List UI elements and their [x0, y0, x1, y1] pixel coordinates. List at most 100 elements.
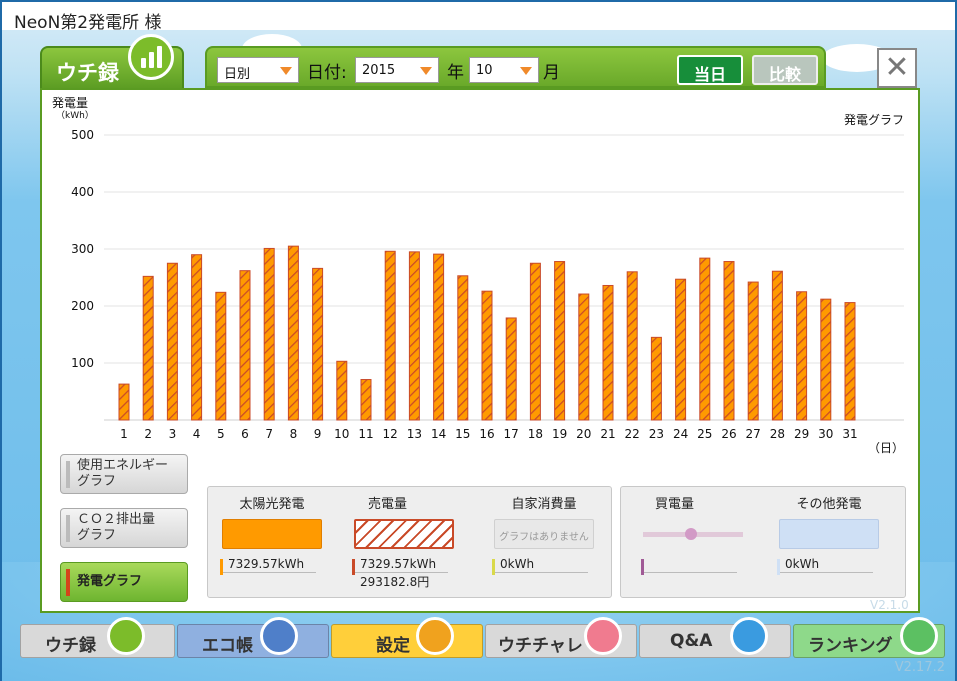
chart-bar-day-7 [263, 247, 275, 421]
chart-bar-day-26 [723, 261, 735, 421]
crown-icon [900, 617, 938, 655]
nav-qa-label: Q&A [670, 631, 713, 651]
x-tick-label: 15 [455, 427, 470, 441]
co2-label-1: ＣＯ２排出量 [77, 512, 156, 527]
nav-ranking-label: ランキング [808, 636, 893, 656]
legend-group-generation: 太陽光発電 7329.57kWh 売電量 7329.57kWh 293182.8… [207, 486, 612, 598]
question-icon [730, 617, 768, 655]
year-label: 年 [447, 63, 464, 83]
nav-uchiroku-label: ウチ録 [45, 636, 96, 656]
button-marker [66, 515, 70, 542]
chart-bar-day-4 [191, 254, 203, 421]
value-marker [777, 559, 780, 575]
x-tick-label: 29 [794, 427, 809, 441]
month-select-value: 10 [476, 63, 493, 78]
legend-self-value: 0kWh [500, 557, 535, 571]
x-tick-label: 18 [528, 427, 543, 441]
nav-ecocho-label: エコ帳 [202, 636, 253, 656]
chart-title: 発電グラフ [844, 113, 904, 127]
legend-sell: 売電量 7329.57kWh 293182.8円 [344, 493, 464, 590]
legend-buy-title: 買電量 [655, 497, 695, 512]
co2-label-2: グラフ [77, 528, 117, 543]
chart-bar-day-2 [142, 275, 154, 421]
chart-bar-day-10 [336, 360, 348, 421]
bottom-navigation: ウチ録 エコ帳 設定 ウチチャレ Q&A ランキング [20, 617, 945, 658]
nav-qa[interactable]: Q&A [639, 617, 791, 658]
generation-graph-button[interactable]: 発電グラフ [60, 562, 188, 602]
x-tick-label: 8 [290, 427, 298, 441]
y-tick-label: 100 [71, 356, 94, 370]
x-tick-label: 23 [649, 427, 664, 441]
x-tick-label: 27 [746, 427, 761, 441]
x-tick-label: 5 [217, 427, 225, 441]
x-tick-label: 31 [842, 427, 857, 441]
compare-button[interactable]: 比較 [752, 55, 818, 85]
nav-settings[interactable]: 設定 [331, 617, 483, 658]
x-tick-label: 7 [265, 427, 273, 441]
generation-graph-label: 発電グラフ [77, 574, 143, 589]
chart-bar-day-21 [602, 284, 614, 421]
energy-usage-graph-button[interactable]: 使用エネルギー グラフ [60, 454, 188, 494]
dropdown-arrow-icon [520, 67, 532, 75]
co2-graph-button[interactable]: ＣＯ２排出量 グラフ [60, 508, 188, 548]
panel-version: V2.1.0 [870, 598, 909, 612]
chart-bar-day-24 [675, 278, 687, 421]
chart-bar-day-9 [312, 267, 324, 421]
legend-solar: 太陽光発電 7329.57kWh [212, 493, 332, 575]
date-label: 日付: [307, 63, 347, 83]
x-tick-label: 26 [721, 427, 736, 441]
dropdown-arrow-icon [280, 67, 292, 75]
app-version: V2.17.2 [894, 660, 945, 675]
app-title: NeoN第2発電所 様 [14, 13, 162, 33]
x-tick-label: 16 [479, 427, 494, 441]
nav-ecocho[interactable]: エコ帳 [177, 617, 329, 658]
value-marker [641, 559, 644, 575]
x-tick-label: 10 [334, 427, 349, 441]
legend-sell-value-row: 7329.57kWh [352, 557, 448, 575]
chart-bar-day-16 [481, 290, 493, 421]
x-axis-unit: （日） [868, 441, 904, 455]
close-icon: ✕ [884, 50, 910, 85]
x-tick-label: 14 [431, 427, 446, 441]
legend-other-swatch [779, 519, 879, 549]
nav-uchiroku[interactable]: ウチ録 [20, 617, 175, 658]
dropdown-arrow-icon [420, 67, 432, 75]
month-select[interactable]: 10 [469, 57, 539, 83]
y-axis-label: 発電量 [52, 96, 88, 110]
power-generation-chart: 1002003004005001 2 3 4 5 6 7 8 9 10 11 12 13 14 15 16 17… [52, 96, 904, 455]
legend-buy-swatch [643, 519, 743, 549]
chart-bar-day-3 [166, 262, 178, 421]
button-marker [66, 569, 70, 596]
x-tick-label: 30 [818, 427, 833, 441]
x-tick-label: 3 [169, 427, 177, 441]
close-button[interactable]: ✕ [877, 48, 917, 88]
y-axis-unit: （kWh） [56, 110, 94, 121]
legend-group-other: 買電量 その他発電 0kWh [620, 486, 906, 598]
period-select[interactable]: 日別 [217, 57, 299, 83]
energy-usage-label-1: 使用エネルギー [77, 458, 169, 473]
nav-uchichare[interactable]: ウチチャレ [485, 617, 637, 658]
chart-bar-day-6 [239, 270, 251, 421]
bar-chart-icon [128, 34, 174, 80]
year-select[interactable]: 2015 [355, 57, 439, 83]
notebook-icon [260, 617, 298, 655]
chart-bar-day-14 [433, 253, 445, 421]
chart-bar-day-22 [626, 271, 638, 421]
nav-ranking[interactable]: ランキング [793, 617, 945, 658]
today-button[interactable]: 当日 [677, 55, 743, 85]
legend-other-value-row: 0kWh [777, 557, 873, 575]
legend-sell-value: 7329.57kWh [360, 557, 437, 571]
chart-bar-day-19 [554, 261, 566, 421]
x-tick-label: 2 [144, 427, 152, 441]
tab-uchiroku[interactable]: ウチ録 [40, 34, 184, 92]
chart-bar-day-31 [844, 302, 856, 421]
y-tick-label: 300 [71, 242, 94, 256]
chart-bar-day-15 [457, 275, 469, 421]
legend-other-value: 0kWh [785, 557, 820, 571]
legend-other: その他発電 0kWh [769, 493, 889, 575]
x-tick-label: 9 [314, 427, 322, 441]
chart-bar-day-5 [215, 291, 227, 421]
month-label: 月 [543, 63, 560, 83]
x-tick-label: 21 [600, 427, 615, 441]
chart-bar-day-30 [820, 298, 832, 421]
